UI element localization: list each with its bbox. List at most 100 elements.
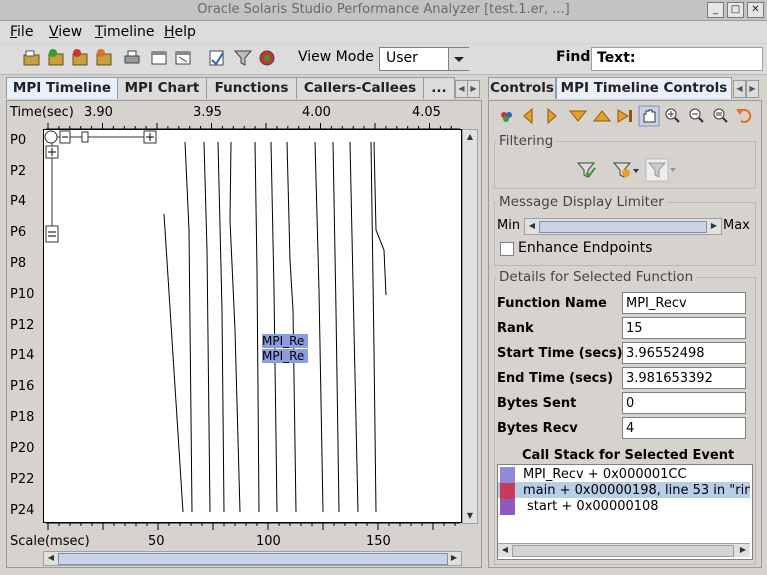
enhance-endpoints-checkbox[interactable] bbox=[500, 242, 514, 256]
view-mode-label: View Mode bbox=[298, 49, 374, 65]
tab-callers-callees[interactable]: Callers-Callees bbox=[296, 77, 424, 99]
tab-scroll-right-button[interactable]: ▶ bbox=[467, 80, 480, 98]
time-tick: 4.05 bbox=[412, 105, 441, 120]
scale-tick: 100 bbox=[256, 534, 281, 549]
end-time-field[interactable]: 3.981653392 bbox=[622, 367, 746, 389]
filtering-title: Filtering bbox=[496, 133, 557, 149]
print-icon[interactable] bbox=[122, 48, 142, 68]
tab-functions[interactable]: Functions bbox=[206, 77, 297, 99]
close-button[interactable]: ✕ bbox=[747, 2, 764, 18]
call-stack-item-text: MPI_Recv + 0x000001CC bbox=[523, 467, 687, 482]
slider-left-button[interactable]: ◀ bbox=[526, 220, 538, 232]
tab-controls[interactable]: Controls bbox=[488, 77, 556, 99]
menu-view[interactable]: View bbox=[49, 24, 82, 40]
pan-hand-icon bbox=[643, 109, 656, 123]
right-tab-scroll-left-button[interactable]: ◀ bbox=[733, 80, 746, 98]
controls-toolbar bbox=[501, 105, 752, 127]
message-line bbox=[349, 141, 359, 513]
scale-axis-ruler bbox=[46, 522, 460, 530]
tab-more[interactable]: ... bbox=[423, 77, 455, 99]
message-line bbox=[314, 141, 324, 513]
message-line bbox=[163, 213, 184, 513]
menu-timeline[interactable]: Timeline bbox=[95, 24, 155, 40]
time-tick: 3.95 bbox=[193, 105, 222, 120]
scroll-up-button[interactable]: ▲ bbox=[464, 131, 476, 143]
call-stack-scroll-thumb[interactable] bbox=[512, 545, 734, 557]
menu-file[interactable]: File bbox=[10, 24, 33, 40]
maximize-button[interactable]: □ bbox=[727, 2, 744, 18]
filter-remove-icon[interactable] bbox=[645, 158, 677, 182]
step-up-icon bbox=[592, 110, 612, 122]
drop-experiment-icon[interactable] bbox=[70, 48, 90, 68]
call-stack-title: Call Stack for Selected Event bbox=[522, 448, 735, 463]
process-label: P10 bbox=[10, 287, 35, 302]
menu-help[interactable]: Help bbox=[164, 24, 196, 40]
process-label: P14 bbox=[10, 348, 35, 363]
call-stack-item[interactable]: MPI_Recv + 0x000001CC bbox=[500, 467, 750, 483]
slider-thumb[interactable] bbox=[539, 221, 707, 233]
enhance-endpoints-label: Enhance Endpoints bbox=[518, 240, 653, 256]
find-text-box[interactable]: Text: bbox=[591, 47, 763, 71]
right-tab-scroll-right-button[interactable]: ▶ bbox=[746, 80, 759, 98]
call-stack-item[interactable]: start + 0x00000108 bbox=[500, 499, 750, 515]
filter-data-icon[interactable] bbox=[233, 48, 253, 68]
call-stack-scroll-left-button[interactable]: ◀ bbox=[499, 544, 511, 556]
min-label: Min bbox=[497, 218, 521, 233]
scroll-right-button[interactable]: ▶ bbox=[448, 552, 460, 564]
view-mode-combo[interactable]: User bbox=[379, 47, 469, 71]
scroll-thumb[interactable] bbox=[58, 553, 448, 565]
zoom-out-icon bbox=[689, 108, 704, 123]
vertical-scrollbar[interactable]: ▲ ▼ bbox=[462, 129, 478, 524]
tab-mpi-timeline[interactable]: MPI Timeline bbox=[6, 77, 118, 99]
filter-menu-icon[interactable] bbox=[612, 160, 640, 180]
bytes-sent-field[interactable]: 0 bbox=[622, 392, 746, 414]
call-stack-item-text: start + 0x00000108 bbox=[527, 499, 659, 514]
close-window-icon[interactable] bbox=[173, 48, 193, 68]
minimize-button[interactable]: _ bbox=[707, 2, 724, 18]
message-line bbox=[229, 141, 241, 513]
message-limit-slider[interactable]: ◀ ▶ bbox=[524, 218, 722, 235]
rank-field[interactable]: 15 bbox=[622, 317, 746, 339]
zoom-slider[interactable] bbox=[44, 130, 159, 250]
open-experiment-icon[interactable] bbox=[22, 48, 42, 68]
back-icon bbox=[523, 107, 533, 125]
function-name-field[interactable]: MPI_Recv bbox=[622, 292, 746, 314]
process-label: P12 bbox=[10, 318, 35, 333]
view-mode-dropdown-button[interactable] bbox=[448, 48, 469, 70]
mpi-event-selected[interactable]: MPI_Re bbox=[262, 334, 308, 348]
scroll-left-button[interactable]: ◀ bbox=[45, 552, 57, 564]
step-down-icon bbox=[568, 110, 588, 122]
details-title: Details for Selected Function bbox=[496, 269, 697, 285]
slider-right-button[interactable]: ▶ bbox=[708, 220, 720, 232]
max-label: Max bbox=[723, 218, 750, 233]
message-line bbox=[332, 141, 340, 513]
zoom-fit-icon bbox=[713, 108, 728, 123]
horizontal-scrollbar[interactable]: ◀ ▶ bbox=[43, 551, 462, 566]
window-title: Oracle Solaris Studio Performance Analyz… bbox=[197, 2, 570, 17]
message-line bbox=[184, 141, 193, 513]
call-stack-scroll-right-button[interactable]: ▶ bbox=[737, 544, 749, 556]
bytes-sent-label: Bytes Sent bbox=[497, 396, 577, 411]
set-data-presentation-icon[interactable] bbox=[207, 48, 227, 68]
scroll-down-button[interactable]: ▼ bbox=[464, 510, 476, 522]
mpi-event-selected[interactable]: MPI_Re bbox=[262, 349, 308, 363]
time-tick: 3.90 bbox=[84, 105, 113, 120]
tab-mpi-timeline-controls[interactable]: MPI Timeline Controls bbox=[556, 77, 732, 99]
tab-mpi-chart[interactable]: MPI Chart bbox=[117, 77, 207, 99]
function-name-label: Function Name bbox=[497, 296, 607, 311]
show-hide-functions-icon[interactable] bbox=[257, 48, 277, 68]
undo-icon bbox=[736, 108, 752, 123]
view-mode-value: User bbox=[386, 50, 418, 66]
time-tick: 4.00 bbox=[302, 105, 331, 120]
new-window-icon[interactable] bbox=[149, 48, 169, 68]
call-stack-item[interactable]: main + 0x00000198, line 53 in "rin bbox=[500, 483, 750, 499]
reset-icon bbox=[617, 109, 632, 123]
add-experiment-icon[interactable] bbox=[46, 48, 66, 68]
process-label: P8 bbox=[10, 256, 27, 271]
start-time-field[interactable]: 3.96552498 bbox=[622, 342, 746, 364]
collect-experiment-icon[interactable] bbox=[94, 48, 114, 68]
timeline-canvas[interactable]: MPI_Re MPI_Re bbox=[43, 129, 462, 523]
bytes-recv-field[interactable]: 4 bbox=[622, 417, 746, 439]
call-stack-hscrollbar[interactable]: ◀ ▶ bbox=[498, 543, 750, 557]
filter-apply-icon[interactable] bbox=[576, 160, 598, 180]
